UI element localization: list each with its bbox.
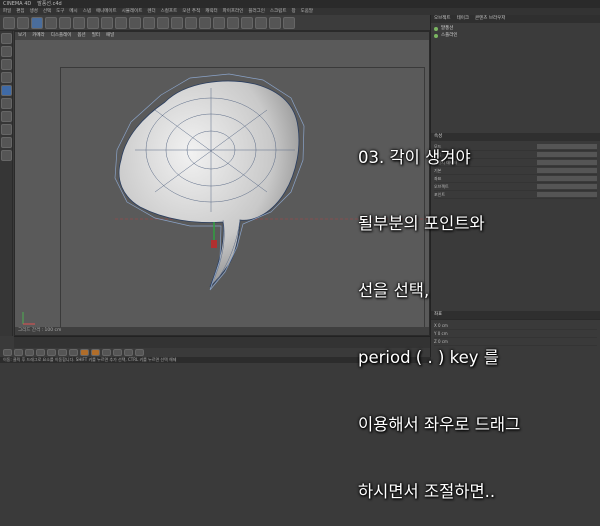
menu-item[interactable]: 파이프라인 xyxy=(223,8,244,15)
object-icon xyxy=(434,26,438,31)
camera-icon[interactable] xyxy=(269,17,281,29)
undo-icon[interactable] xyxy=(3,17,15,29)
go-to-start-icon[interactable] xyxy=(3,349,12,356)
deformer-icon[interactable] xyxy=(241,17,253,29)
render-picture-icon[interactable] xyxy=(157,17,169,29)
main-toolbar xyxy=(0,15,430,31)
object-name: 말풍선 xyxy=(441,26,454,31)
caption-line: 이용해서 좌우로 드래그 xyxy=(358,415,521,435)
menu-item[interactable]: 스크립트 xyxy=(270,8,287,15)
menu-item[interactable]: 생성 xyxy=(30,8,38,15)
menu-item[interactable]: 스냅 xyxy=(83,8,91,15)
scale-key-icon[interactable] xyxy=(124,349,133,356)
autokey-icon[interactable] xyxy=(91,349,100,356)
caption-line: 선을 선택, xyxy=(358,281,430,301)
array-icon[interactable] xyxy=(227,17,239,29)
redo-icon[interactable] xyxy=(17,17,29,29)
edges-mode-icon[interactable] xyxy=(1,98,12,109)
polygons-mode-icon[interactable] xyxy=(1,111,12,122)
menu-item[interactable]: 도구 xyxy=(56,8,64,15)
menu-item[interactable]: 렌더 xyxy=(147,8,155,15)
tab-content-browser[interactable]: 콘텐츠 브라우저 xyxy=(475,15,505,23)
object-icon xyxy=(434,33,438,38)
coordinate-system-icon[interactable] xyxy=(129,17,141,29)
z-axis-icon[interactable] xyxy=(115,17,127,29)
snap-icon[interactable] xyxy=(1,137,12,148)
record-icon[interactable] xyxy=(80,349,89,356)
pen-icon[interactable] xyxy=(199,17,211,29)
rotate-icon[interactable] xyxy=(73,17,85,29)
document-tab[interactable]: 말풍선.c4d xyxy=(37,0,62,8)
model-mode-icon[interactable] xyxy=(1,46,12,57)
list-item[interactable]: 스플라인 xyxy=(434,32,597,39)
light-icon[interactable] xyxy=(283,17,295,29)
app-tab[interactable]: CINEMA 4D xyxy=(3,0,31,8)
menu-item[interactable]: 편집 xyxy=(16,8,24,15)
bubble-surface xyxy=(118,80,300,288)
menu-item[interactable]: 플러그인 xyxy=(248,8,265,15)
position-key-icon[interactable] xyxy=(113,349,122,356)
title-bar: CINEMA 4D 말풍선.c4d xyxy=(0,0,600,8)
object-manager-tabs: 오브젝트 테이크 콘텐츠 브라우저 xyxy=(431,15,600,23)
menu-item[interactable]: 스컬프트 xyxy=(161,8,178,15)
y-axis-icon[interactable] xyxy=(101,17,113,29)
texture-mode-icon[interactable] xyxy=(1,59,12,70)
next-frame-icon[interactable] xyxy=(47,349,56,356)
grid-spacing-label: 그리드 간격 : 100 cm xyxy=(18,328,62,333)
menu-item[interactable]: 시뮬레이트 xyxy=(122,8,143,15)
menu-item[interactable]: 도움말 xyxy=(301,8,313,15)
caption-line: period ( . ) key 를 xyxy=(358,348,499,368)
play-icon[interactable] xyxy=(36,349,45,356)
next-key-icon[interactable] xyxy=(58,349,67,356)
previous-frame-icon[interactable] xyxy=(25,349,34,356)
axis-mode-icon[interactable] xyxy=(1,72,12,83)
make-editable-icon[interactable] xyxy=(1,33,12,44)
list-item[interactable]: 말풍선 xyxy=(434,25,597,32)
rotation-key-icon[interactable] xyxy=(135,349,144,356)
menu-item[interactable]: 모션 추적 xyxy=(182,8,200,15)
menu-item[interactable]: 캐릭터 xyxy=(205,8,217,15)
menu-item[interactable]: 창 xyxy=(291,8,295,15)
subdivision-icon[interactable] xyxy=(213,17,225,29)
x-axis-icon[interactable] xyxy=(87,17,99,29)
floor-icon[interactable] xyxy=(255,17,267,29)
keyframe-selection-icon[interactable] xyxy=(102,349,111,356)
lock-icon[interactable] xyxy=(1,150,12,161)
caption-line: 될부분의 포인트와 xyxy=(358,214,485,234)
cube-icon[interactable] xyxy=(185,17,197,29)
caption-line: 하시면서 조절하면.. xyxy=(358,482,496,502)
previous-key-icon[interactable] xyxy=(14,349,23,356)
select-icon[interactable] xyxy=(31,17,43,29)
tab-objects[interactable]: 오브젝트 xyxy=(434,15,451,23)
menu-item[interactable]: 파일 xyxy=(3,8,11,15)
workplane-icon[interactable] xyxy=(1,124,12,135)
menu-bar: 파일 편집 생성 선택 도구 메시 스냅 애니메이트 시뮬레이트 렌더 스컬프트… xyxy=(0,8,600,15)
scale-icon[interactable] xyxy=(59,17,71,29)
move-icon[interactable] xyxy=(45,17,57,29)
object-name: 스플라인 xyxy=(441,33,458,38)
points-mode-icon[interactable] xyxy=(1,85,12,96)
caption-line: 03. 각이 생겨야 xyxy=(358,147,471,167)
render-view-icon[interactable] xyxy=(143,17,155,29)
z-axis-handle xyxy=(211,240,217,248)
world-axis-icon xyxy=(22,312,35,325)
menu-item[interactable]: 메시 xyxy=(69,8,77,15)
menu-item[interactable]: 선택 xyxy=(43,8,51,15)
render-settings-icon[interactable] xyxy=(171,17,183,29)
menu-item[interactable]: 애니메이트 xyxy=(96,8,117,15)
tutorial-caption: 03. 각이 생겨야 될부분의 포인트와 선을 선택, period ( . )… xyxy=(358,102,598,526)
tab-takes[interactable]: 테이크 xyxy=(457,15,469,23)
mode-toolbar xyxy=(0,31,13,336)
go-to-end-icon[interactable] xyxy=(69,349,78,356)
